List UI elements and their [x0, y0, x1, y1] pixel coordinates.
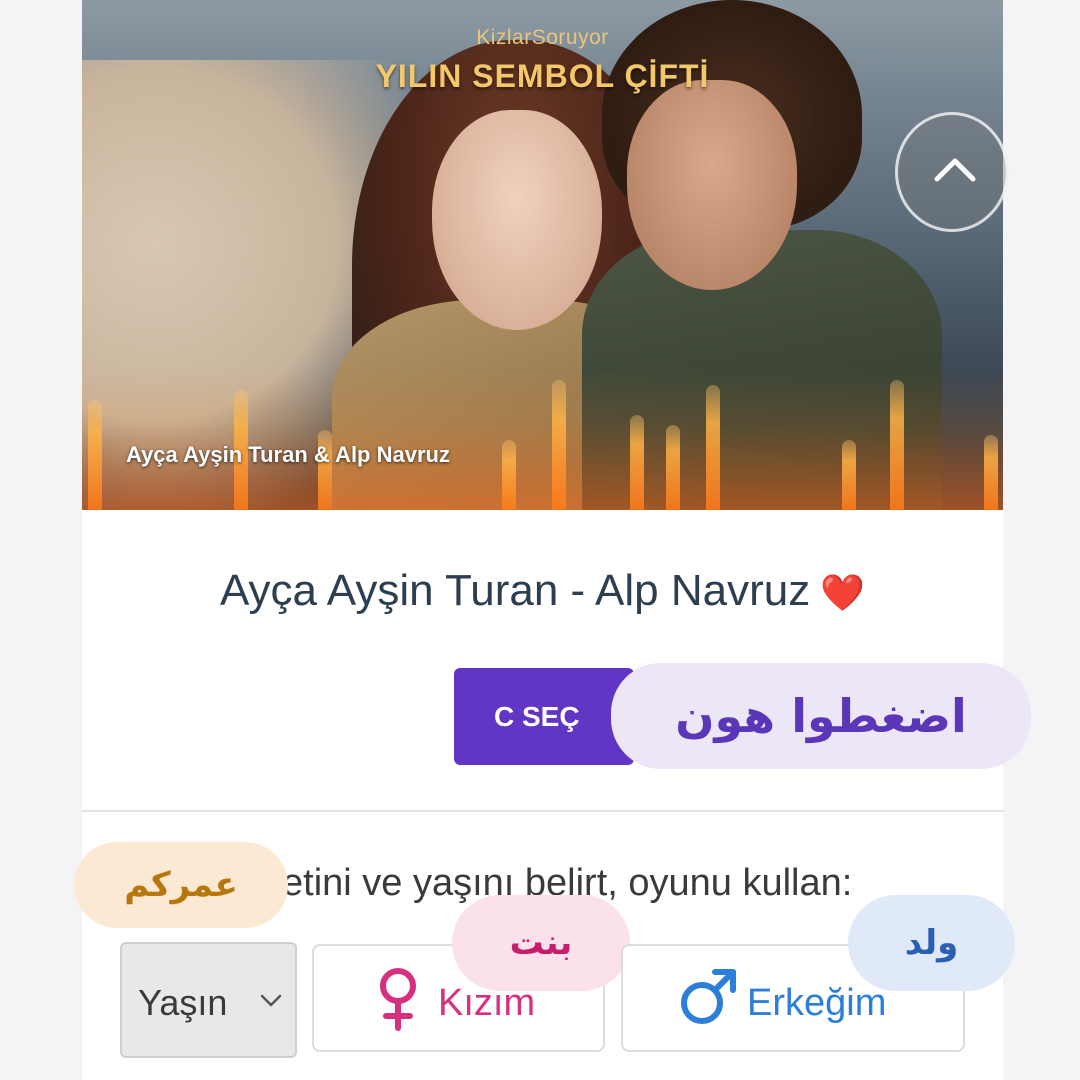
- chevron-down-icon: [260, 994, 282, 1007]
- divider: [82, 810, 1003, 812]
- flame: [552, 380, 566, 510]
- flame: [842, 440, 856, 510]
- girl-overlay: بنت: [452, 895, 630, 991]
- flame-glow: [82, 370, 1003, 510]
- boy-overlay: ولد: [848, 895, 1015, 991]
- flame: [666, 425, 680, 510]
- flame: [984, 435, 998, 510]
- hero-title: YILIN SEMBOL ÇİFTİ: [375, 58, 710, 94]
- flame: [88, 400, 102, 510]
- woman-face: [432, 110, 602, 330]
- age-select[interactable]: Yaşın: [120, 942, 297, 1058]
- male-label: Erkeğim: [747, 982, 887, 1024]
- select-option-button[interactable]: C SEÇ: [454, 668, 634, 765]
- flame: [502, 440, 516, 510]
- man-face: [627, 80, 797, 290]
- press-here-overlay: اضغطوا هون: [611, 663, 1031, 769]
- male-symbol-icon: [681, 969, 736, 1024]
- flame: [890, 380, 904, 510]
- female-symbol-icon: [380, 968, 416, 1031]
- option-title: Ayça Ayşin Turan - Alp Navruz ❤️: [82, 566, 1003, 616]
- hero-caption: Ayça Ayşin Turan & Alp Navruz: [126, 442, 450, 467]
- chevron-up-icon: [934, 158, 976, 182]
- heart-icon: ❤️: [820, 572, 866, 613]
- scroll-up-button[interactable]: [895, 112, 1009, 232]
- flame: [630, 415, 644, 510]
- your-age-overlay: عمركم: [74, 842, 288, 928]
- option-title-text: Ayça Ayşin Turan - Alp Navruz: [219, 566, 811, 615]
- flame: [706, 385, 720, 510]
- age-select-label: Yaşın: [138, 982, 228, 1023]
- hero-image: KizlarSoruyor YILIN SEMBOL ÇİFTİ Ayça Ay…: [82, 0, 1003, 510]
- brand-logo: KizlarSoruyor: [476, 26, 609, 49]
